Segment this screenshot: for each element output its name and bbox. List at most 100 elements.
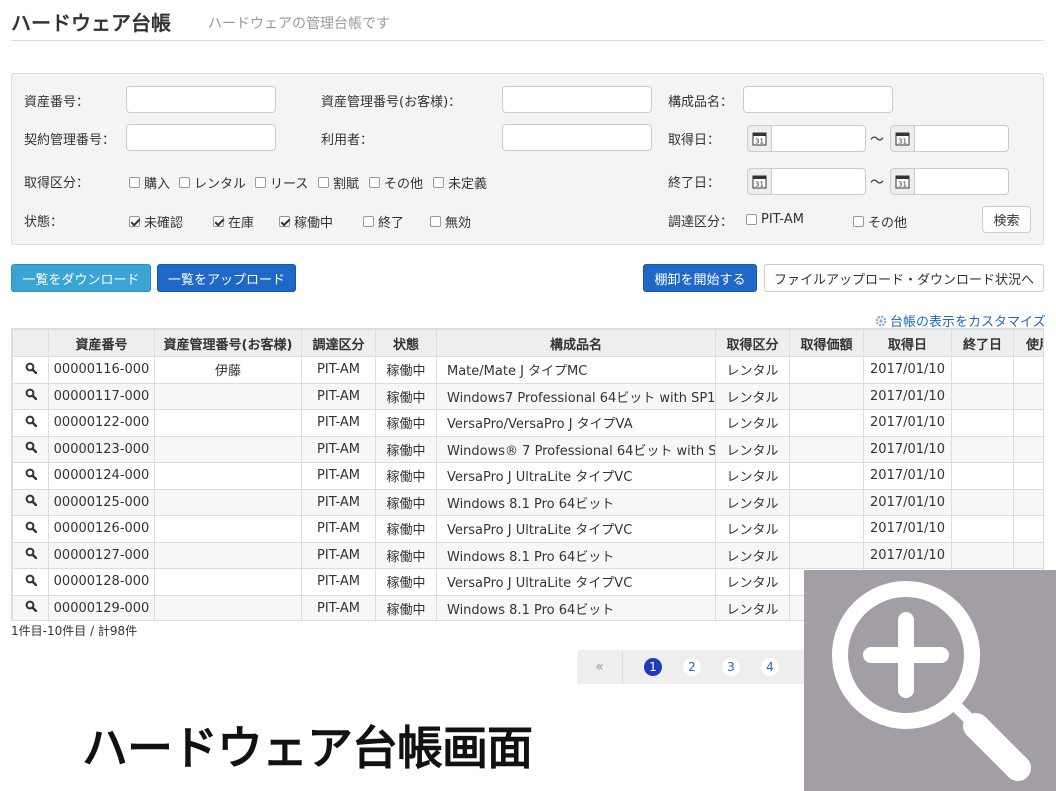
table-cell: VersaPro J UltraLite タイプVC bbox=[436, 568, 716, 596]
acquire-type-other-checkbox[interactable]: その他 bbox=[369, 173, 423, 192]
procure-pitam-checkbox[interactable]: PIT-AM bbox=[746, 212, 804, 227]
search-icon[interactable] bbox=[25, 574, 37, 586]
user-input[interactable] bbox=[502, 124, 652, 151]
table-row[interactable]: 00000123-000 PIT-AM 稼働中 Windows® 7 Professi… bbox=[12, 435, 1043, 463]
calendar-icon[interactable]: 31 bbox=[890, 168, 915, 195]
row-detail-cell[interactable] bbox=[12, 488, 49, 516]
search-button[interactable]: 検索 bbox=[982, 206, 1031, 233]
zoom-overlay[interactable] bbox=[804, 570, 1056, 791]
search-icon[interactable] bbox=[25, 362, 37, 374]
calendar-icon[interactable]: 31 bbox=[890, 125, 915, 152]
checkbox-box[interactable] bbox=[129, 216, 140, 227]
download-list-button[interactable]: 一覧をダウンロード bbox=[11, 264, 151, 292]
acquired-date-to-input[interactable] bbox=[914, 125, 1009, 152]
table-cell bbox=[951, 541, 1014, 569]
table-row[interactable]: 00000125-000 PIT-AM 稼働中 Windows 8.1 Pro 64ビ… bbox=[12, 488, 1043, 516]
table-row[interactable]: 00000124-000 PIT-AM 稼働中 VersaPro J UltraLit… bbox=[12, 462, 1043, 490]
checkbox-box[interactable] bbox=[746, 214, 757, 225]
end-date-from-input[interactable] bbox=[771, 168, 866, 195]
svg-text:31: 31 bbox=[898, 181, 907, 189]
table-row[interactable]: 00000117-000 PIT-AM 稼働中 Windows7 Profession… bbox=[12, 382, 1043, 410]
status-ended-checkbox[interactable]: 終了 bbox=[363, 212, 404, 231]
status-invalid-checkbox[interactable]: 無効 bbox=[430, 212, 471, 231]
table-cell: Windows® 7 Professional 64ビット with SP1 bbox=[436, 435, 716, 463]
column-header: 取得価額 bbox=[789, 329, 864, 357]
row-detail-cell[interactable] bbox=[12, 409, 49, 437]
acquire-type-rental-checkbox[interactable]: レンタル bbox=[179, 173, 246, 192]
acquire-type-lease-checkbox[interactable]: リース bbox=[255, 173, 308, 192]
page-1-button[interactable]: 1 bbox=[644, 658, 662, 676]
row-detail-cell[interactable] bbox=[12, 515, 49, 543]
row-detail-cell[interactable] bbox=[12, 435, 49, 463]
page-2-button[interactable]: 2 bbox=[683, 658, 701, 676]
status-stock-checkbox[interactable]: 在庫 bbox=[213, 212, 254, 231]
table-cell: Mate/Mate J タイプMC bbox=[436, 356, 716, 384]
table-cell: PIT-AM bbox=[301, 594, 376, 620]
column-header: 資産管理番号(お客様) bbox=[154, 329, 302, 357]
checkbox-box[interactable] bbox=[433, 177, 444, 188]
procure-other-checkbox[interactable]: その他 bbox=[853, 212, 907, 231]
table-cell: 00000117-000 bbox=[48, 382, 155, 410]
row-detail-cell[interactable] bbox=[12, 594, 49, 620]
acquire-type-installment-checkbox[interactable]: 割賦 bbox=[318, 173, 359, 192]
table-cell bbox=[1013, 435, 1043, 463]
checkbox-box[interactable] bbox=[318, 177, 329, 188]
product-name-input[interactable] bbox=[743, 86, 893, 113]
asset-no-label: 資産番号： bbox=[24, 95, 90, 110]
checkbox-box[interactable] bbox=[430, 216, 441, 227]
search-icon[interactable] bbox=[25, 468, 37, 480]
search-icon[interactable] bbox=[25, 600, 37, 613]
search-icon[interactable] bbox=[25, 441, 37, 454]
table-cell: 00000127-000 bbox=[48, 541, 155, 569]
table-row[interactable]: 00000126-000 PIT-AM 稼働中 VersaPro J UltraLit… bbox=[12, 515, 1043, 543]
table-row[interactable]: 00000122-000 PIT-AM 稼働中 VersaPro/VersaPro J… bbox=[12, 409, 1043, 437]
start-inventory-button[interactable]: 棚卸を開始する bbox=[643, 264, 757, 292]
checkbox-box[interactable] bbox=[853, 216, 864, 227]
row-detail-cell[interactable] bbox=[12, 541, 49, 569]
acquire-type-purchase-checkbox[interactable]: 購入 bbox=[129, 173, 170, 192]
calendar-icon[interactable]: 31 bbox=[747, 168, 772, 195]
upload-list-button[interactable]: 一覧をアップロード bbox=[157, 264, 296, 292]
status-unconfirmed-checkbox[interactable]: 未確認 bbox=[129, 212, 183, 231]
table-cell bbox=[154, 594, 302, 620]
end-date-to-input[interactable] bbox=[914, 168, 1009, 195]
column-header-action bbox=[12, 329, 49, 357]
page-3-button[interactable]: 3 bbox=[722, 658, 740, 676]
checkbox-box[interactable] bbox=[279, 216, 290, 227]
calendar-icon[interactable]: 31 bbox=[747, 125, 772, 152]
table-row[interactable]: 00000127-000 PIT-AM 稼働中 Windows 8.1 Pro 64ビ… bbox=[12, 541, 1043, 569]
row-detail-cell[interactable] bbox=[12, 382, 49, 410]
row-detail-cell[interactable] bbox=[12, 568, 49, 596]
table-cell: PIT-AM bbox=[301, 515, 376, 543]
checkbox-box[interactable] bbox=[255, 177, 266, 188]
table-cell bbox=[951, 488, 1014, 516]
column-header: 調達区分 bbox=[301, 329, 376, 357]
search-icon[interactable] bbox=[25, 494, 37, 507]
pagination: « 1 2 3 4 bbox=[577, 650, 837, 684]
cust-asset-no-input[interactable] bbox=[502, 86, 652, 113]
checkbox-box[interactable] bbox=[369, 177, 380, 188]
search-icon[interactable] bbox=[25, 547, 37, 560]
page-4-button[interactable]: 4 bbox=[761, 658, 779, 676]
search-icon[interactable] bbox=[25, 415, 37, 427]
checkbox-box[interactable] bbox=[363, 216, 374, 227]
row-detail-cell[interactable] bbox=[12, 356, 49, 384]
acquire-type-label: 取得区分： bbox=[24, 176, 90, 191]
range-separator: ～ bbox=[870, 132, 884, 148]
acquire-type-undefined-checkbox[interactable]: 未定義 bbox=[433, 173, 487, 192]
search-icon[interactable] bbox=[25, 388, 37, 401]
search-icon[interactable] bbox=[25, 521, 37, 533]
file-status-button[interactable]: ファイルアップロード・ダウンロード状況へ bbox=[764, 264, 1044, 292]
contract-no-input[interactable] bbox=[126, 124, 276, 151]
checkbox-box[interactable] bbox=[179, 177, 190, 188]
acquired-date-from-input[interactable] bbox=[771, 125, 866, 152]
column-header: 取得日 bbox=[863, 329, 952, 357]
table-row[interactable]: 00000116-000 伊藤 PIT-AM 稼働中 Mate/Mate J タイプMC… bbox=[12, 356, 1043, 384]
page-prev-button[interactable]: « bbox=[577, 650, 623, 684]
table-cell bbox=[789, 435, 864, 463]
row-detail-cell[interactable] bbox=[12, 462, 49, 490]
checkbox-box[interactable] bbox=[129, 177, 140, 188]
checkbox-box[interactable] bbox=[213, 216, 224, 227]
status-active-checkbox[interactable]: 稼働中 bbox=[279, 212, 333, 231]
asset-no-input[interactable] bbox=[126, 86, 276, 113]
